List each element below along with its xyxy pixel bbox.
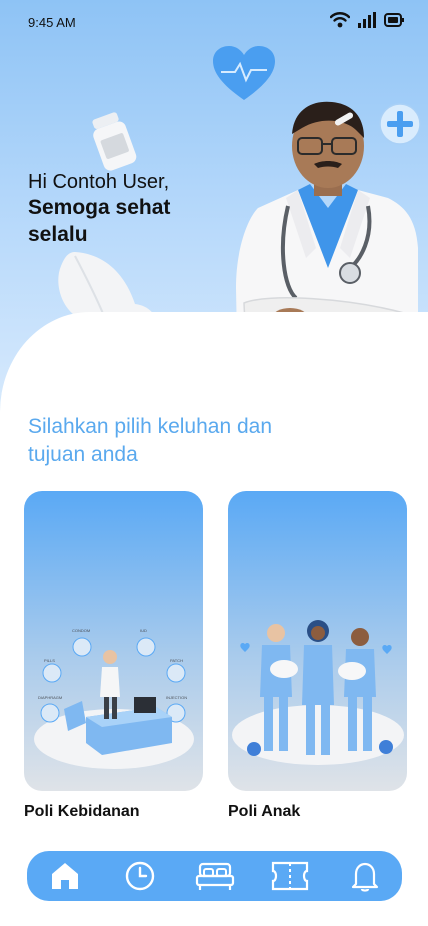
- label-patch: PATCH: [170, 658, 183, 663]
- notification-icon: [351, 862, 378, 892]
- wifi-icon: [330, 12, 350, 28]
- battery-icon: [384, 13, 404, 27]
- doctor-workstation-illustration: CONDOM IUD PILLS PATCH DIAPHRAGM INJECTI…: [34, 628, 194, 769]
- nurses-with-babies-illustration: [232, 620, 404, 765]
- section-prompt: Silahkan pilih keluhan dan tujuan anda: [28, 415, 273, 466]
- label-pills: PILLS: [44, 658, 55, 663]
- label-condom: CONDOM: [72, 628, 90, 633]
- bed-icon: [195, 862, 234, 890]
- hero-curve: [0, 312, 428, 420]
- bottom-nav: [27, 851, 402, 901]
- card-poli-anak[interactable]: [228, 491, 407, 791]
- nav-ticket[interactable]: [269, 855, 311, 897]
- status-bar: 9:45 AM: [0, 0, 428, 44]
- card-poli-kebidanan[interactable]: CONDOM IUD PILLS PATCH DIAPHRAGM INJECTI…: [24, 491, 203, 791]
- greeting-hi: Hi Contoh User,: [28, 171, 170, 193]
- nav-notification[interactable]: [344, 855, 386, 897]
- signal-icon: [358, 12, 376, 28]
- label-iud: IUD: [140, 628, 147, 633]
- nav-history[interactable]: [119, 855, 161, 897]
- nav-home[interactable]: [44, 855, 86, 897]
- ticket-icon: [271, 861, 308, 891]
- status-time: 9:45 AM: [28, 15, 76, 30]
- heart-pulse-icon: [213, 46, 275, 100]
- history-icon: [125, 861, 154, 891]
- home-icon: [51, 863, 78, 889]
- greeting: Hi Contoh User, Semoga sehat selalu: [28, 170, 218, 248]
- nav-bed[interactable]: [194, 855, 236, 897]
- greeting-wish: Semoga sehat selalu: [28, 196, 171, 246]
- label-diaphragm: DIAPHRAGM: [38, 695, 62, 700]
- status-icons: [330, 12, 404, 28]
- card-label-anak[interactable]: Poli Anak: [228, 803, 300, 821]
- pill-bottle-icon: [92, 112, 137, 171]
- card-label-kebidanan[interactable]: Poli Kebidanan: [24, 803, 140, 821]
- label-injection: INJECTION: [166, 695, 187, 700]
